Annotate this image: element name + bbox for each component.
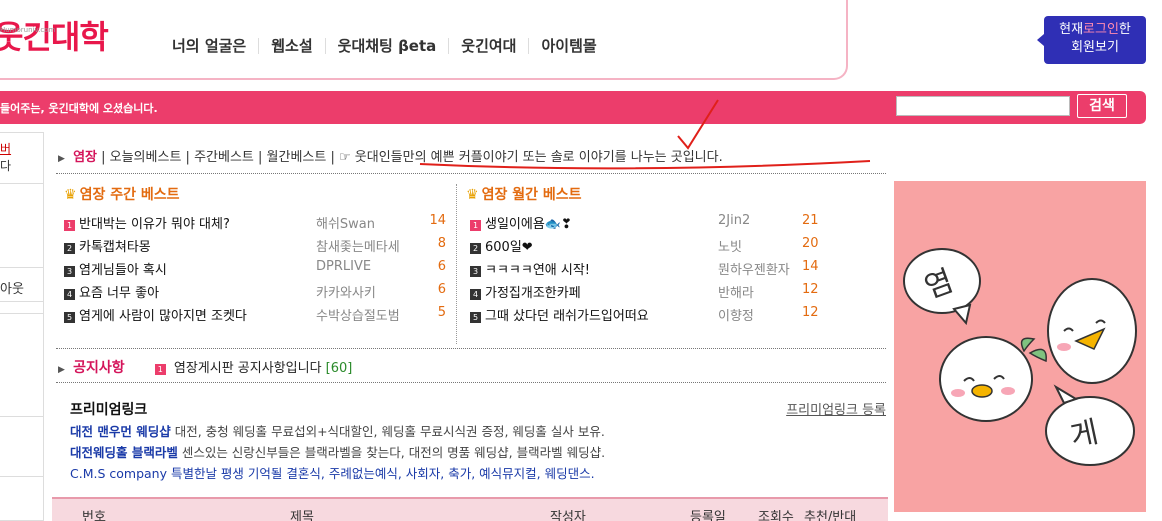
- notice-label[interactable]: 공지사항: [73, 360, 125, 376]
- divider: [56, 348, 886, 349]
- site-logo[interactable]: Humoruniv.com 웃긴대학: [0, 12, 109, 58]
- col-author: 작성자: [550, 510, 586, 521]
- divider: [0, 416, 44, 417]
- nav-chat[interactable]: 웃대채팅 βeta: [324, 38, 449, 54]
- list-item[interactable]: 3 염게님들아 혹시 DPRLIVE 6: [64, 259, 448, 282]
- list-item[interactable]: 4 가정집개조한카페 반해라 12: [466, 282, 886, 305]
- list-item[interactable]: 4 요즘 너무 좋아 카카와사키 6: [64, 282, 448, 305]
- logo-domain: Humoruniv.com: [0, 26, 56, 34]
- col-views: 조회수: [758, 510, 794, 521]
- board-title[interactable]: 염장: [73, 150, 97, 165]
- weekly-best-list: ♛ 염장 주간 베스트 1 반대박는 이유가 뭐야 대체? 해쉬Swan 14 2카…: [64, 184, 448, 328]
- link-weekly-best[interactable]: 주간베스트: [194, 150, 254, 165]
- weekly-best-heading: ♛ 염장 주간 베스트: [64, 187, 180, 203]
- banner-illustration[interactable]: 염 게: [894, 181, 1146, 512]
- nav-face[interactable]: 너의 얼굴은: [172, 38, 258, 54]
- premium-link[interactable]: C.M.S company 특별한날 평생 기억될 결혼식, 주례없는예식, 사…: [70, 463, 886, 484]
- notice-comment-count: [60]: [325, 361, 353, 376]
- main-nav: 너의 얼굴은 웹소설 웃대채팅 βeta 웃긴여대 아이템몰: [172, 38, 609, 54]
- left-sidebar: 버 다 아웃: [0, 132, 44, 521]
- triangle-right-icon: ▶: [58, 365, 65, 375]
- list-item[interactable]: 5 염게에 사람이 많아지면 조켓다 수박상습절도범 5: [64, 305, 448, 328]
- premium-links: 프리미엄링크 프리미엄링크 등록 대전 맨우먼 웨딩샵 대전, 충청 웨딩홀 무…: [70, 399, 886, 484]
- ducks-illustration: 염 게: [903, 248, 1137, 466]
- list-item[interactable]: 2 카톡캡쳐타몽 참새좇는메타세 8: [64, 236, 448, 259]
- sidebar-top: 버 다: [0, 142, 12, 173]
- hand-drawn-annotation: [419, 99, 871, 170]
- link-monthly-best[interactable]: 월간베스트: [267, 150, 327, 165]
- link-today-best[interactable]: 오늘의베스트: [110, 150, 182, 165]
- board-table-header: 번호 제목 작성자 등록일 조회수 추천/반대: [52, 497, 888, 521]
- divider: [456, 184, 457, 344]
- crown-icon: ♛: [64, 187, 77, 203]
- divider: [0, 301, 44, 302]
- divider: [56, 173, 886, 174]
- nav-itemmall[interactable]: 아이템몰: [528, 38, 608, 54]
- divider: [0, 313, 44, 314]
- col-title: 제목: [290, 510, 314, 521]
- site-header: Humoruniv.com 웃긴대학 너의 얼굴은 웹소설 웃대채팅 βeta …: [0, 0, 1162, 90]
- premium-link[interactable]: 대전웨딩홀 블랙라벨 센스있는 신랑신부들은 블랙라벨을 찾는다, 대전의 명품…: [70, 442, 886, 463]
- divider: [0, 267, 44, 268]
- monthly-best-list: ♛ 염장 월간 베스트 1 생일이에욤🐟❣ 2Jin2 21 2 600일❤ 노빗 2…: [466, 184, 886, 328]
- nav-women[interactable]: 웃긴여대: [448, 38, 528, 54]
- crown-icon: ♛: [466, 187, 479, 203]
- list-item[interactable]: 1 생일이에욤🐟❣ 2Jin2 21: [466, 213, 886, 236]
- notice-link[interactable]: 염장게시판 공지사항입니다: [174, 361, 322, 376]
- nav-box: Humoruniv.com 웃긴대학 너의 얼굴은 웹소설 웃대채팅 βeta …: [0, 0, 848, 80]
- col-votes: 추천/반대: [804, 510, 857, 521]
- premium-title: 프리미엄링크: [70, 402, 148, 418]
- sidebar-item-logout[interactable]: 아웃: [0, 278, 24, 297]
- welcome-text: 들어주는, 웃긴대학에 오셨습니다.: [0, 102, 158, 115]
- list-item[interactable]: 2 600일❤ 노빗 20: [466, 236, 886, 259]
- login-arrow-icon: [1037, 34, 1044, 46]
- search-input[interactable]: [896, 96, 1070, 116]
- col-date: 등록일: [690, 510, 726, 521]
- notice-row: ▶ 공지사항 1 염장게시판 공지사항입니다 [60]: [58, 360, 353, 376]
- list-item[interactable]: 5 그때 샀다던 래쉬가드입어떠요 이향정 12: [466, 305, 886, 328]
- online-members-button[interactable]: 현재로그인한 회원보기: [1044, 16, 1146, 64]
- col-number: 번호: [82, 510, 106, 521]
- list-item[interactable]: 3 ㅋㅋㅋㅋ연애 시작! 뭔하우젠환자 14: [466, 259, 886, 282]
- monthly-best-heading: ♛ 염장 월간 베스트: [466, 187, 582, 203]
- nav-webnovel[interactable]: 웹소설: [258, 38, 324, 54]
- list-item[interactable]: 1 반대박는 이유가 뭐야 대체? 해쉬Swan 14: [64, 213, 448, 236]
- premium-register-link[interactable]: 프리미엄링크 등록: [786, 399, 886, 418]
- triangle-right-icon: ▶: [58, 154, 65, 164]
- divider: [56, 382, 886, 383]
- divider: [0, 183, 44, 184]
- premium-link[interactable]: 대전 맨우먼 웨딩샵 대전, 충청 웨딩홀 무료섭외+식대할인, 웨딩홀 무료시…: [70, 421, 886, 442]
- divider: [0, 476, 44, 477]
- search-button[interactable]: 검색: [1077, 94, 1127, 118]
